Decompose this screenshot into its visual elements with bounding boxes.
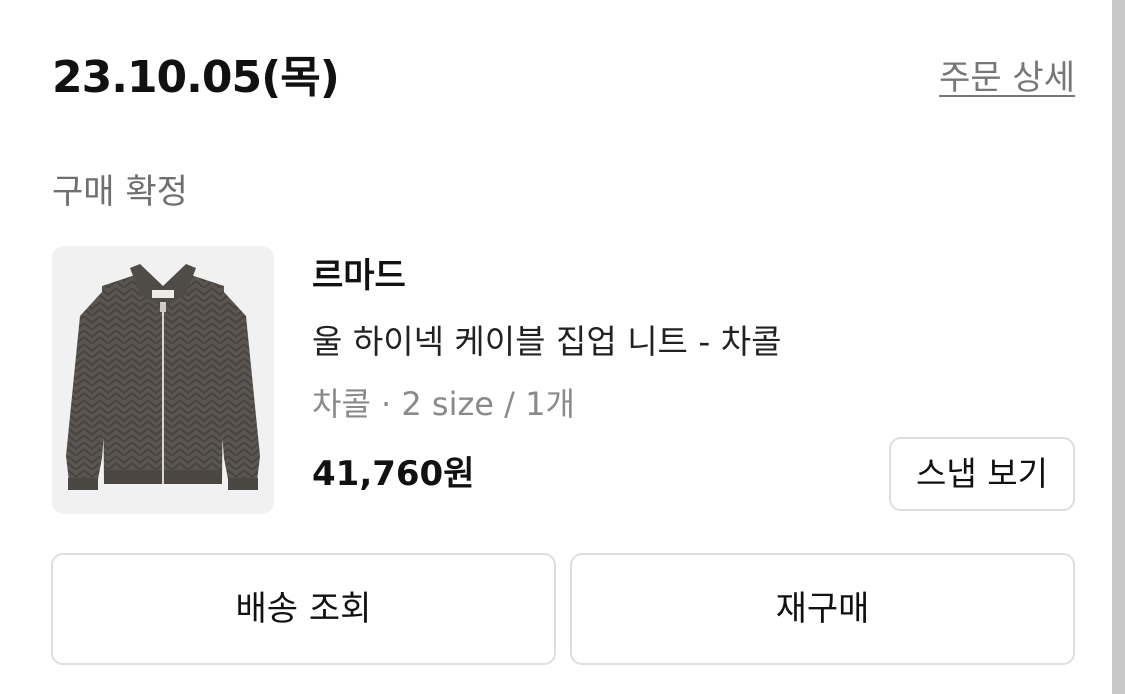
brand-name[interactable]: 르마드 — [312, 254, 406, 298]
delivery-tracking-button[interactable]: 배송 조회 — [51, 553, 556, 665]
product-option: 차콜 · 2 size / 1개 — [312, 385, 575, 423]
reorder-button[interactable]: 재구매 — [570, 553, 1075, 665]
product-price: 41,760원 — [312, 454, 475, 494]
cardigan-image — [66, 264, 260, 490]
order-date: 23.10.05(목) — [52, 52, 340, 103]
product-thumbnail[interactable] — [52, 246, 274, 514]
order-detail-link[interactable]: 주문 상세 — [939, 56, 1075, 100]
scrollbar[interactable] — [1112, 0, 1125, 694]
order-status: 구매 확정 — [52, 172, 188, 212]
product-name[interactable]: 울 하이넥 케이블 집업 니트 - 차콜 — [312, 320, 782, 364]
snap-view-button[interactable]: 스냅 보기 — [889, 437, 1075, 511]
